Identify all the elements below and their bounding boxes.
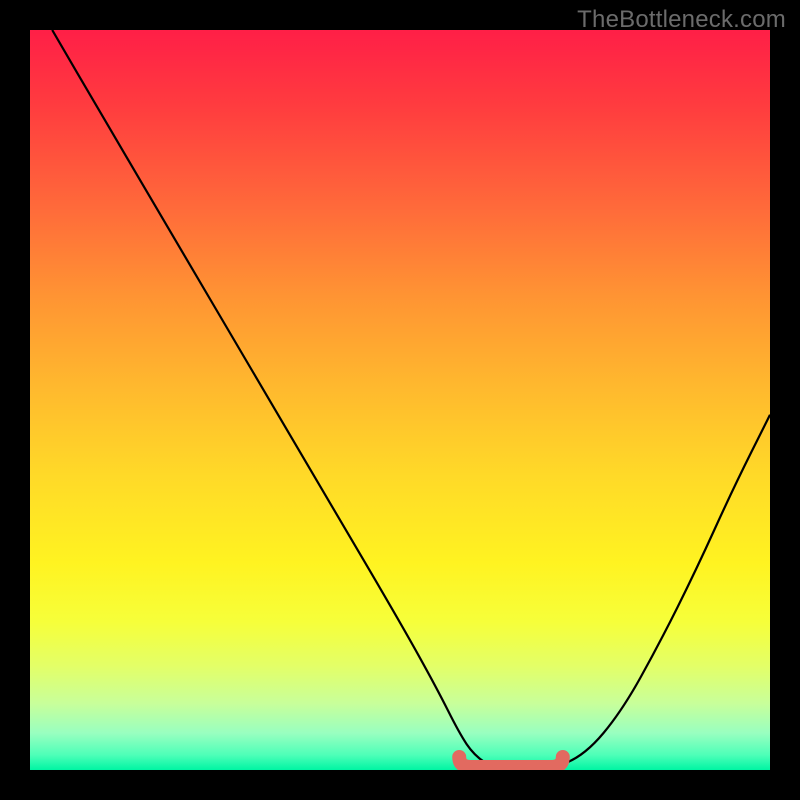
bottleneck-curve-line <box>52 30 770 770</box>
plot-inner <box>30 30 770 770</box>
valley-flat-marker <box>459 757 563 767</box>
curve-svg <box>30 30 770 770</box>
chart-frame: TheBottleneck.com <box>0 0 800 800</box>
plot-area <box>30 30 770 770</box>
watermark-label: TheBottleneck.com <box>577 6 786 34</box>
